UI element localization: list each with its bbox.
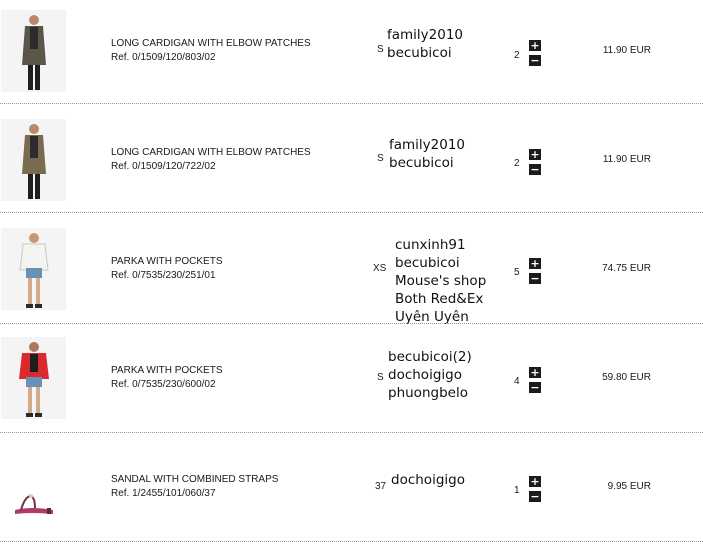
cart-item: PARKA WITH POCKETS Ref. 0/7535/230/251/0…	[0, 218, 703, 327]
quantity-value: 2	[514, 50, 520, 61]
product-description: LONG CARDIGAN WITH ELBOW PATCHES Ref. 0/…	[111, 37, 311, 65]
buyer-name: dochoigigo	[391, 472, 465, 488]
cart-item: LONG CARDIGAN WITH ELBOW PATCHES Ref. 0/…	[0, 0, 703, 109]
product-thumbnail[interactable]	[1, 446, 66, 528]
item-price: 11.90 EUR	[602, 45, 651, 56]
sandal-image	[1, 446, 66, 528]
item-price: 9.95 EUR	[607, 481, 651, 492]
model-figure-image	[1, 337, 66, 419]
product-thumbnail[interactable]	[1, 10, 66, 92]
increase-quantity-button[interactable]: +	[529, 367, 541, 378]
product-name[interactable]: SANDAL WITH COMBINED STRAPS	[111, 473, 278, 487]
buyer-name: cunxinh91	[395, 237, 466, 253]
increase-quantity-button[interactable]: +	[529, 40, 541, 51]
buyer-list: family2010 becubicoi	[387, 26, 463, 62]
product-description: PARKA WITH POCKETS Ref. 0/7535/230/251/0…	[111, 255, 223, 283]
product-name[interactable]: PARKA WITH POCKETS	[111, 364, 223, 378]
product-size: S	[377, 372, 384, 383]
product-size: XS	[373, 263, 387, 274]
buyer-name: family2010	[389, 137, 466, 153]
product-description: SANDAL WITH COMBINED STRAPS Ref. 1/2455/…	[111, 473, 278, 501]
product-name[interactable]: LONG CARDIGAN WITH ELBOW PATCHES	[111, 146, 311, 160]
buyer-name: becubicoi	[389, 155, 454, 171]
buyer-name: family2010	[387, 27, 464, 43]
product-name[interactable]: PARKA WITH POCKETS	[111, 255, 223, 269]
product-description: PARKA WITH POCKETS Ref. 0/7535/230/600/0…	[111, 364, 223, 392]
product-description: LONG CARDIGAN WITH ELBOW PATCHES Ref. 0/…	[111, 146, 311, 174]
row-divider	[0, 212, 703, 213]
buyer-name: becubicoi	[395, 255, 460, 271]
product-name[interactable]: LONG CARDIGAN WITH ELBOW PATCHES	[111, 37, 311, 51]
buyer-name: becubicoi	[387, 45, 452, 61]
buyer-list: becubicoi(2) dochoigigo phuongbelo	[388, 348, 472, 402]
buyer-list: cunxinh91 becubicoi Mouse's shop Both Re…	[395, 236, 486, 326]
increase-quantity-button[interactable]: +	[529, 149, 541, 160]
increase-quantity-button[interactable]: +	[529, 476, 541, 487]
buyer-name: dochoigigo	[388, 367, 462, 383]
buyer-list: family2010 becubicoi	[389, 136, 465, 172]
buyer-name: Both Red&Ex	[395, 291, 484, 307]
row-divider	[0, 432, 703, 433]
quantity-value: 5	[514, 267, 520, 278]
cart-item: SANDAL WITH COMBINED STRAPS Ref. 1/2455/…	[0, 436, 703, 545]
cart-item: LONG CARDIGAN WITH ELBOW PATCHES Ref. 0/…	[0, 109, 703, 218]
cart-item: PARKA WITH POCKETS Ref. 0/7535/230/600/0…	[0, 327, 703, 436]
buyer-list: dochoigigo	[391, 471, 465, 489]
product-ref: Ref. 0/7535/230/600/02	[111, 379, 216, 390]
buyer-name: Mouse's shop	[395, 273, 487, 289]
model-figure-image	[1, 228, 66, 310]
row-divider	[0, 541, 703, 542]
row-divider	[0, 103, 703, 104]
model-figure-image	[1, 10, 66, 92]
quantity-value: 4	[514, 376, 520, 387]
decrease-quantity-button[interactable]: −	[529, 164, 541, 175]
decrease-quantity-button[interactable]: −	[529, 491, 541, 502]
product-thumbnail[interactable]	[1, 119, 66, 201]
product-ref: Ref. 0/1509/120/722/02	[111, 161, 216, 172]
product-ref: Ref. 0/7535/230/251/01	[111, 270, 216, 281]
product-size: 37	[375, 481, 387, 492]
model-figure-image	[1, 119, 66, 201]
decrease-quantity-button[interactable]: −	[529, 55, 541, 66]
product-size: S	[377, 153, 384, 164]
quantity-value: 2	[514, 158, 520, 169]
item-price: 74.75 EUR	[602, 263, 651, 274]
item-price: 11.90 EUR	[602, 154, 651, 165]
buyer-name: phuongbelo	[388, 385, 468, 401]
decrease-quantity-button[interactable]: −	[529, 273, 541, 284]
product-ref: Ref. 1/2455/101/060/37	[111, 488, 216, 499]
item-price: 59.80 EUR	[602, 372, 651, 383]
row-divider	[0, 323, 703, 324]
product-size: S	[377, 44, 384, 55]
product-ref: Ref. 0/1509/120/803/02	[111, 52, 216, 63]
buyer-name: becubicoi(2)	[388, 349, 472, 365]
product-thumbnail[interactable]	[1, 337, 66, 419]
increase-quantity-button[interactable]: +	[529, 258, 541, 269]
product-thumbnail[interactable]	[1, 228, 66, 310]
decrease-quantity-button[interactable]: −	[529, 382, 541, 393]
quantity-value: 1	[514, 485, 520, 496]
